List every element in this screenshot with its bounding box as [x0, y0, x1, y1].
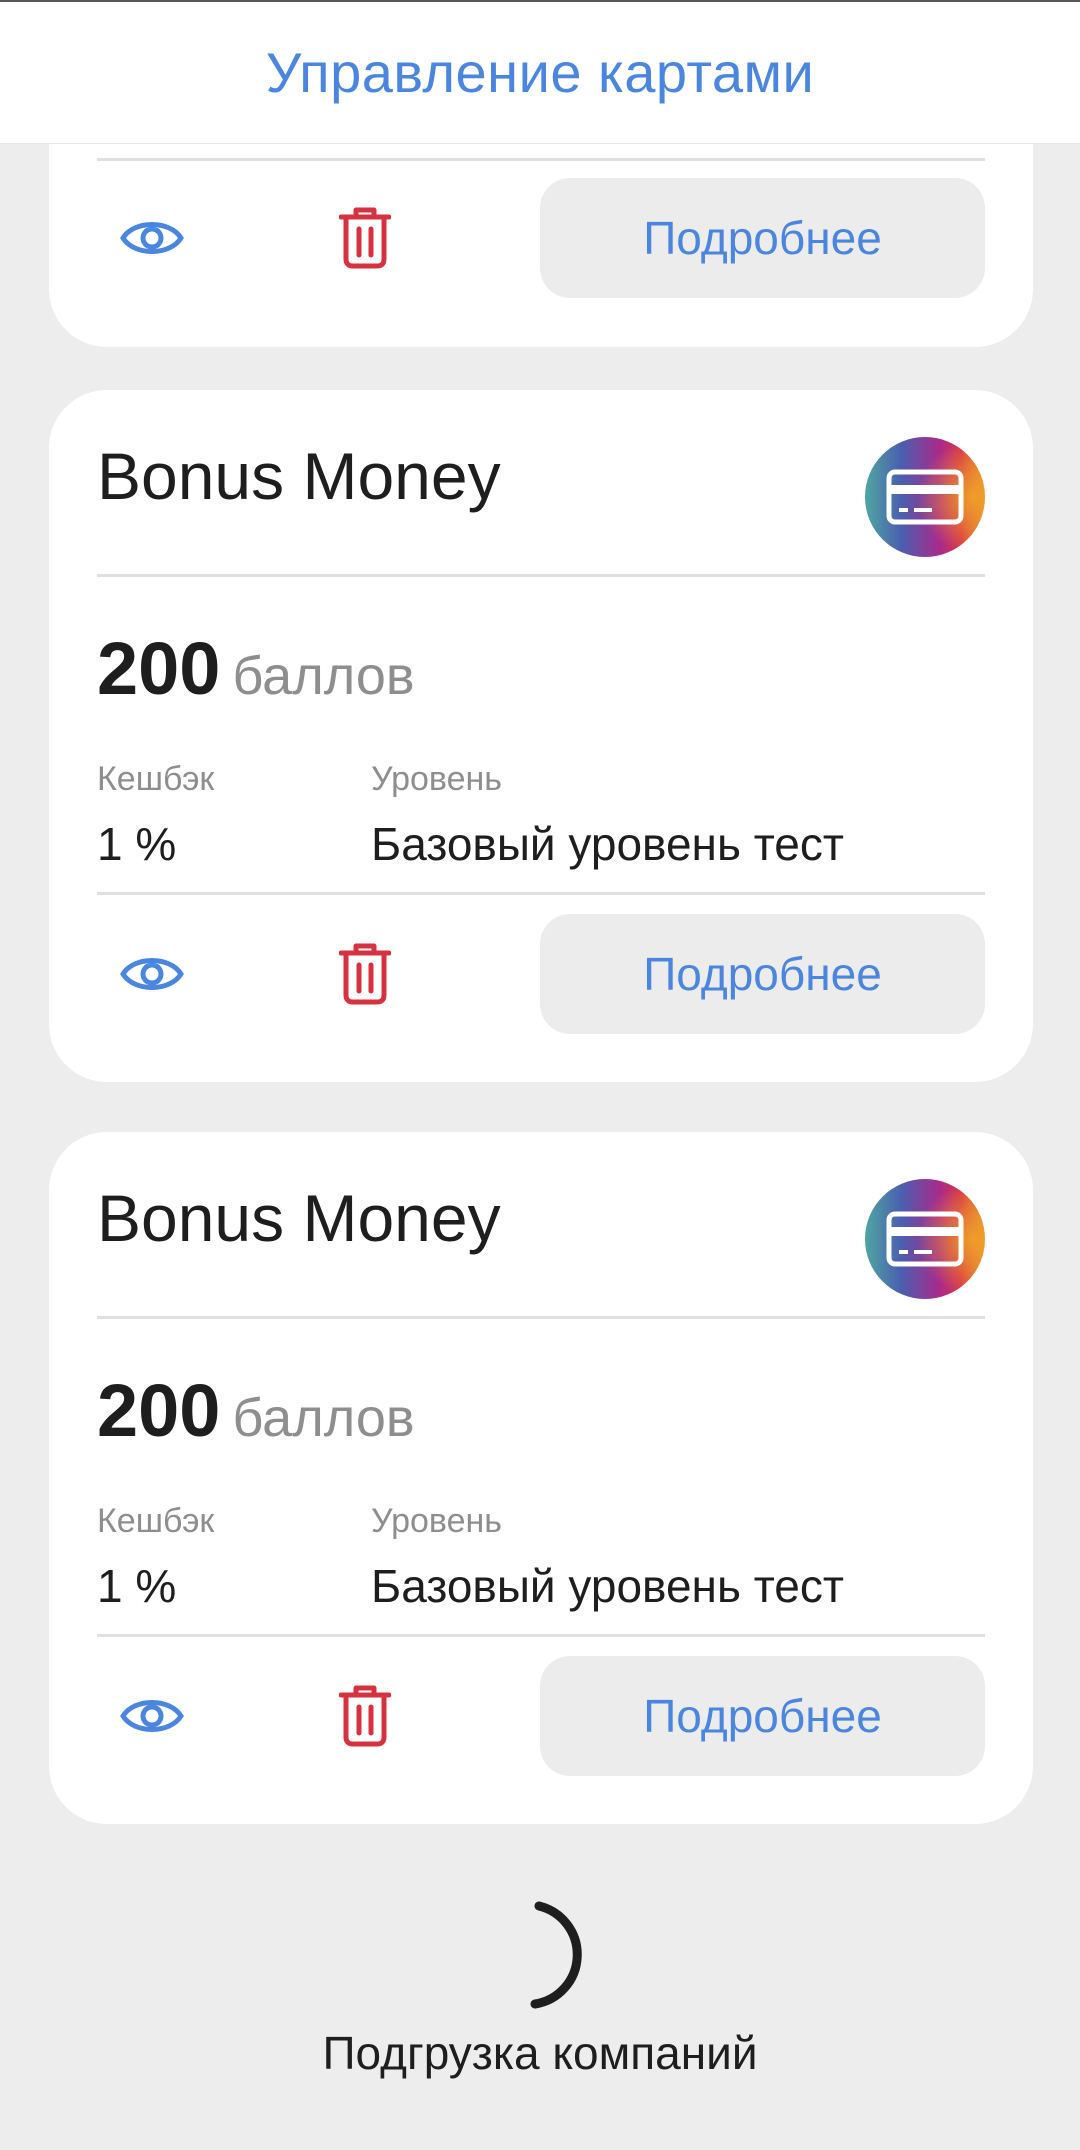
points-balance: 200 баллов — [97, 1368, 415, 1453]
divider — [97, 574, 985, 577]
card-name: Bonus Money — [97, 439, 501, 513]
cashback-label: Кешбэк — [97, 760, 215, 798]
trash-icon — [339, 207, 391, 269]
view-button[interactable] — [120, 944, 184, 1004]
delete-button[interactable] — [337, 942, 393, 1006]
card-actions: Подробнее — [49, 1656, 1033, 1776]
view-button[interactable] — [120, 1686, 184, 1746]
card-icon — [886, 469, 964, 525]
card-icon — [886, 1211, 964, 1267]
app-header: Управление картами — [0, 0, 1080, 144]
card-name: Bonus Money — [97, 1181, 501, 1255]
cashback-value: 1 % — [97, 818, 177, 870]
level-label: Уровень — [371, 760, 502, 798]
details-button[interactable]: Подробнее — [540, 178, 985, 298]
points-balance: 200 баллов — [97, 626, 415, 711]
details-button[interactable]: Подробнее — [540, 914, 985, 1034]
divider — [97, 892, 985, 895]
delete-button[interactable] — [337, 1684, 393, 1748]
divider — [97, 158, 985, 161]
loading-text: Подгрузка компаний — [322, 2027, 758, 2079]
loyalty-card: Bonus Money 200 баллов Кешбэк Уровень 1 %… — [49, 390, 1033, 1082]
details-button[interactable]: Подробнее — [540, 1656, 985, 1776]
level-value: Базовый уровень тест — [371, 1560, 844, 1612]
points-value: 200 — [97, 1369, 221, 1452]
divider — [97, 1316, 985, 1319]
points-unit: баллов — [232, 1388, 415, 1448]
card-logo — [865, 437, 985, 557]
loyalty-card: Bonus Money 200 баллов Кешбэк Уровень 1 %… — [49, 1132, 1033, 1824]
eye-icon — [120, 958, 184, 990]
cashback-value: 1 % — [97, 1560, 177, 1612]
divider — [97, 1634, 985, 1637]
trash-icon — [339, 943, 391, 1005]
points-unit: баллов — [232, 646, 415, 706]
card-actions: Подробнее — [49, 178, 1033, 298]
card-logo — [865, 1179, 985, 1299]
spinner-icon — [530, 1901, 582, 2009]
loading-indicator — [0, 1900, 1080, 2010]
points-value: 200 — [97, 627, 221, 710]
eye-icon — [120, 222, 184, 254]
level-label: Уровень — [371, 1502, 502, 1540]
trash-icon — [339, 1685, 391, 1747]
view-button[interactable] — [120, 208, 184, 268]
level-value: Базовый уровень тест — [371, 818, 844, 870]
eye-icon — [120, 1700, 184, 1732]
page-title: Управление картами — [265, 41, 815, 104]
cashback-label: Кешбэк — [97, 1502, 215, 1540]
delete-button[interactable] — [337, 206, 393, 270]
card-actions: Подробнее — [49, 914, 1033, 1034]
